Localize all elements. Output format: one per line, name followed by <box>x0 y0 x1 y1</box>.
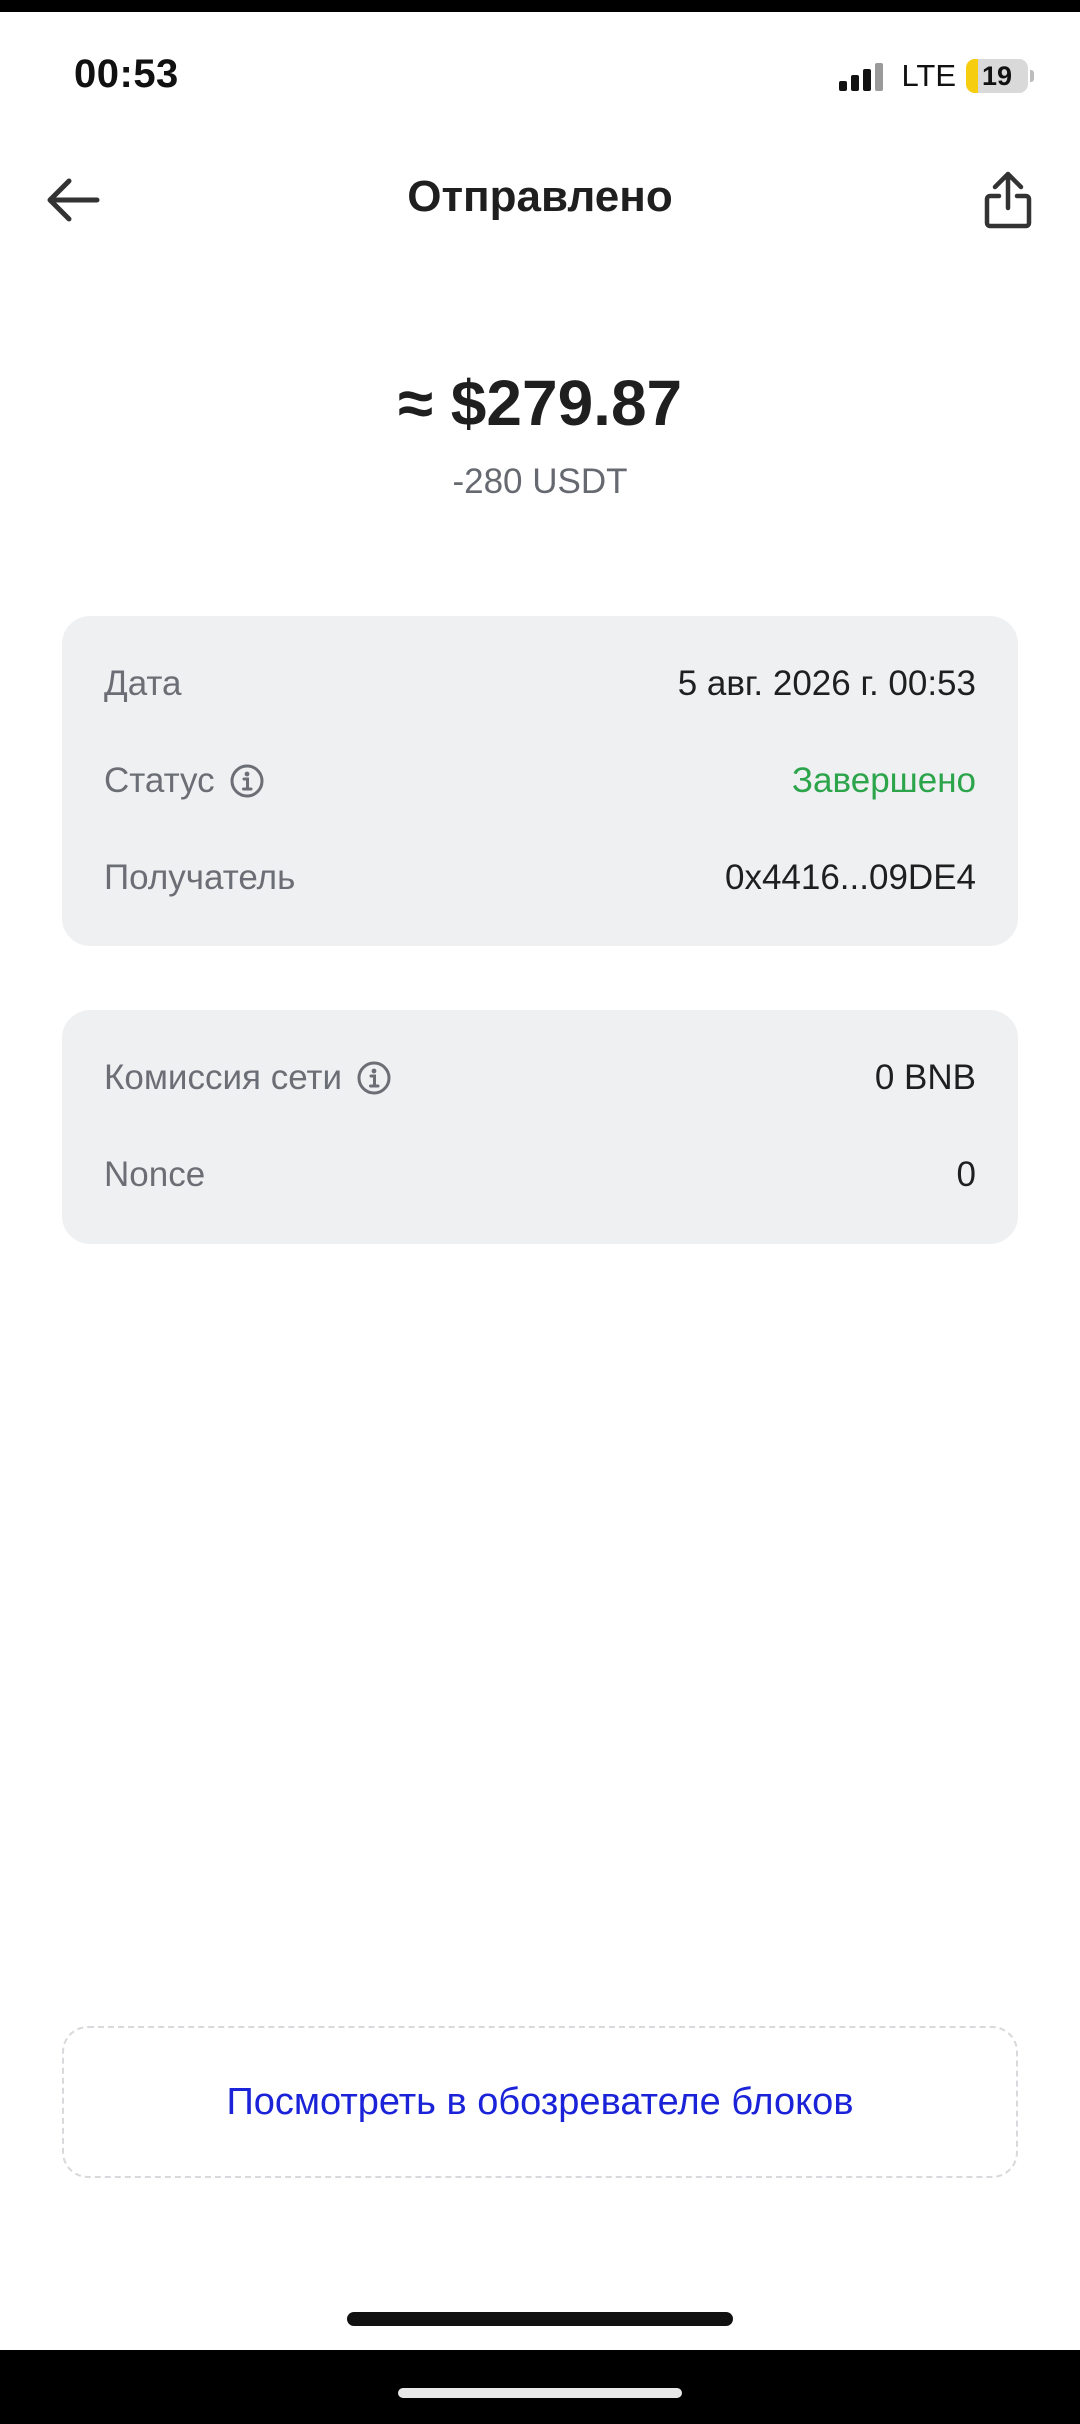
network-fee-label: Комиссия сети <box>104 1058 343 1097</box>
share-icon <box>984 171 1032 229</box>
battery-icon: 19 <box>966 59 1028 93</box>
fee-label-group: Комиссия сети <box>104 1058 392 1098</box>
date-label: Дата <box>104 664 182 703</box>
nav-bar: Отправлено <box>0 150 1080 250</box>
nonce-row: Nonce 0 <box>104 1145 976 1205</box>
transaction-details-card: Дата 5 авг. 2026 г. 00:53 Статус Заверше… <box>62 616 1018 946</box>
status-time: 00:53 <box>74 52 179 96</box>
nonce-label: Nonce <box>104 1155 206 1194</box>
battery-level: 19 <box>981 60 1013 91</box>
network-fee-row: Комиссия сети 0 BNB <box>104 1048 976 1108</box>
top-edge <box>0 0 1080 12</box>
fee-info-icon[interactable] <box>356 1060 392 1096</box>
back-button[interactable] <box>32 162 112 238</box>
bottom-edge <box>0 2350 1080 2424</box>
page-title: Отправлено <box>407 172 673 221</box>
date-row: Дата 5 авг. 2026 г. 00:53 <box>104 654 976 714</box>
status-value: Завершено <box>791 761 976 800</box>
recipient-label: Получатель <box>104 858 296 897</box>
amount-crypto: -280 USDT <box>452 462 628 501</box>
status-label-group: Статус <box>104 761 265 801</box>
status-row: Статус Завершено <box>104 751 976 811</box>
fees-card: Комиссия сети 0 BNB Nonce 0 <box>62 1010 1018 1244</box>
view-in-explorer-button[interactable]: Посмотреть в обозревателе блоков <box>62 2026 1018 2178</box>
status-bar: 00:53 LTE 19 <box>0 12 1080 140</box>
battery-cap <box>1030 70 1034 82</box>
status-label: Статус <box>104 761 215 800</box>
share-button[interactable] <box>968 162 1048 238</box>
status-indicators: LTE 19 <box>839 56 1034 96</box>
recipient-row: Получатель 0x4416...09DE4 <box>104 848 976 908</box>
signal-icon <box>839 61 887 91</box>
recipient-address[interactable]: 0x4416...09DE4 <box>725 858 976 898</box>
amount-fiat: ≈ $279.87 <box>397 367 683 439</box>
system-home-bar <box>398 2388 682 2398</box>
nonce-value: 0 <box>956 1155 976 1194</box>
arrow-left-icon <box>47 178 100 222</box>
status-info-icon[interactable] <box>229 763 265 799</box>
network-type: LTE <box>901 58 956 93</box>
date-value: 5 авг. 2026 г. 00:53 <box>677 664 976 703</box>
network-fee-value: 0 BNB <box>874 1058 976 1097</box>
home-indicator[interactable] <box>347 2312 733 2326</box>
